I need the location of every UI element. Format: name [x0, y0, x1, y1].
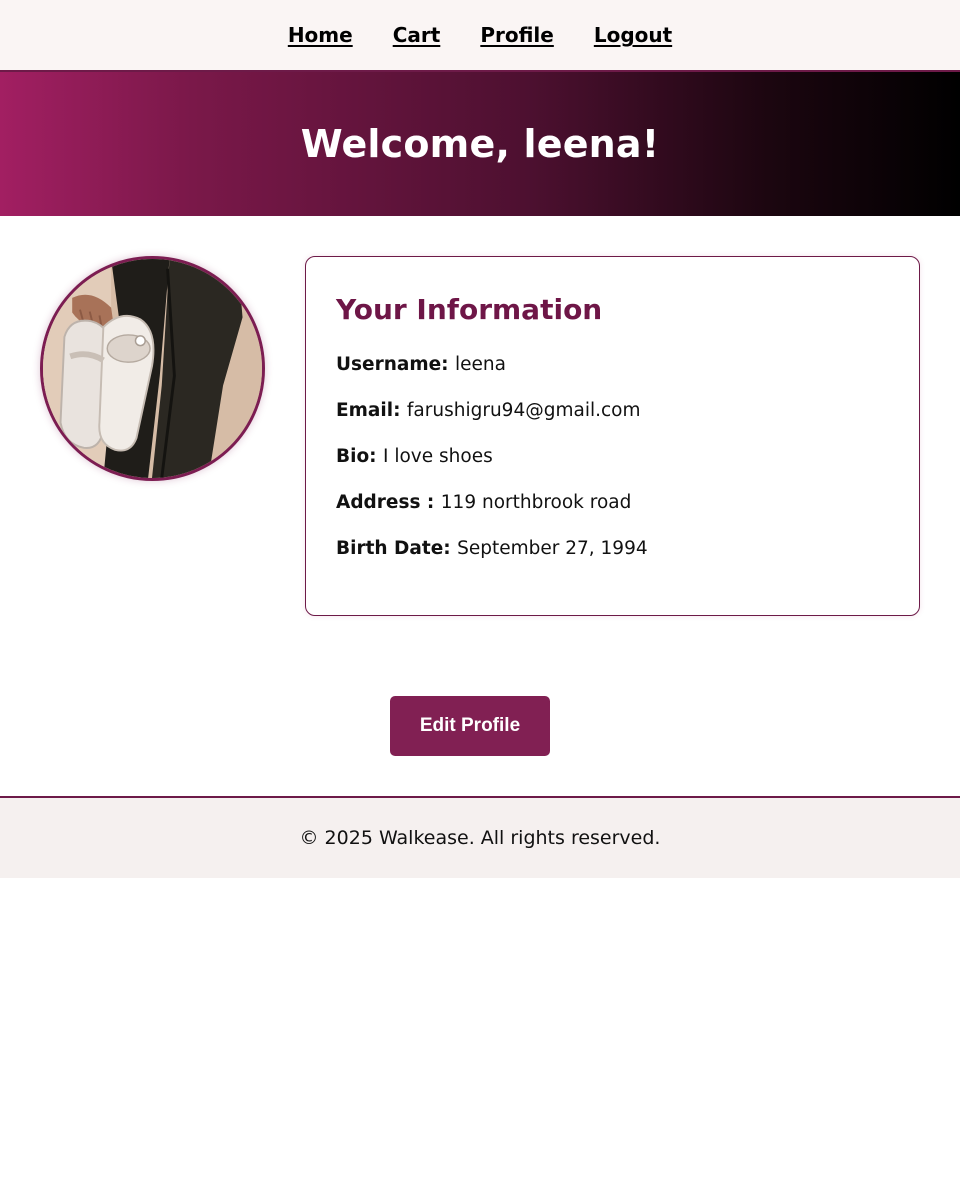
profile-avatar — [40, 256, 265, 481]
info-card-title: Your Information — [336, 293, 603, 326]
address-label: Address : — [336, 492, 441, 513]
info-row-email: Email: farushigru94@gmail.com — [336, 400, 889, 422]
username-value: leena — [455, 354, 506, 375]
username-label: Username: — [336, 354, 456, 375]
welcome-title: Welcome, leena! — [300, 122, 660, 166]
edit-profile-button[interactable]: Edit Profile — [390, 696, 550, 756]
nav-link-cart[interactable]: Cart — [393, 23, 441, 47]
user-info-card: Your Information Username: leena Email: … — [305, 256, 920, 616]
nav-link-home[interactable]: Home — [288, 23, 353, 47]
profile-section: Your Information Username: leena Email: … — [0, 216, 960, 796]
profile-photo-image — [43, 259, 262, 478]
copyright-text: © 2025 Walkease. All rights reserved. — [299, 827, 661, 849]
info-row-address: Address : 119 northbrook road — [336, 492, 889, 514]
birth-date-label: Birth Date: — [336, 538, 458, 559]
page-footer: © 2025 Walkease. All rights reserved. — [0, 796, 960, 878]
nav-link-logout[interactable]: Logout — [594, 23, 672, 47]
bio-label: Bio: — [336, 446, 383, 467]
address-value: 119 northbrook road — [440, 492, 632, 513]
welcome-banner: Welcome, leena! — [0, 72, 960, 216]
info-row-bio: Bio: I love shoes — [336, 446, 889, 468]
info-row-username: Username: leena — [336, 354, 889, 376]
email-value: farushigru94@gmail.com — [406, 400, 641, 421]
nav-link-profile[interactable]: Profile — [480, 23, 554, 47]
bio-value: I love shoes — [383, 446, 493, 467]
info-row-birth-date: Birth Date: September 27, 1994 — [336, 538, 889, 560]
email-label: Email: — [336, 400, 407, 421]
top-navigation: Home Cart Profile Logout — [0, 0, 960, 72]
birth-date-value: September 27, 1994 — [457, 538, 648, 559]
